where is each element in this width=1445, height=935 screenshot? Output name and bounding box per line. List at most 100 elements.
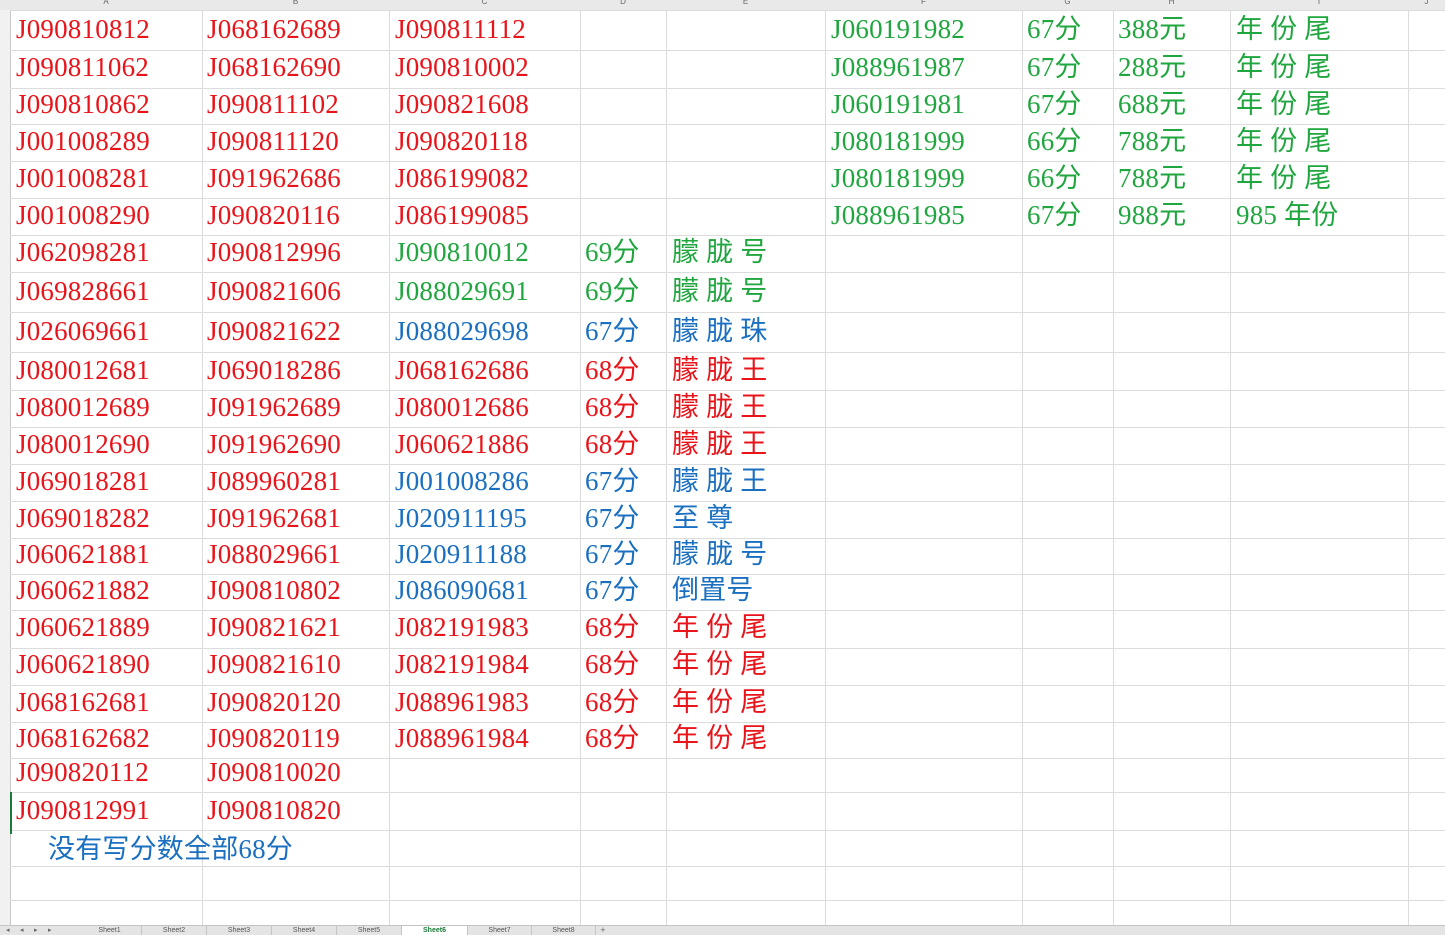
cell-g-1[interactable]: 67分 bbox=[1027, 14, 1082, 44]
cell-d-19[interactable]: 68分 bbox=[585, 687, 640, 717]
cell-c-6[interactable]: J086199085 bbox=[395, 200, 529, 230]
cell-b-18[interactable]: J090821610 bbox=[207, 649, 341, 679]
cell-d-12[interactable]: 68分 bbox=[585, 429, 640, 459]
cell-b-3[interactable]: J090811102 bbox=[207, 89, 339, 119]
cell-h-1[interactable]: 388元 bbox=[1118, 14, 1186, 44]
cell-c-1[interactable]: J090811112 bbox=[395, 14, 526, 44]
column-header-g[interactable]: G bbox=[1022, 0, 1113, 7]
cell-a-4[interactable]: J001008289 bbox=[16, 126, 150, 156]
cell-d-16[interactable]: 67分 bbox=[585, 575, 640, 605]
cell-h-2[interactable]: 288元 bbox=[1118, 52, 1186, 82]
cell-b-13[interactable]: J089960281 bbox=[207, 466, 341, 496]
cell-b-22[interactable]: J090810820 bbox=[207, 795, 341, 825]
cell-e-12[interactable]: 朦 胧 王 bbox=[672, 429, 768, 459]
cell-a-22[interactable]: J090812991 bbox=[16, 795, 150, 825]
cell-i-1[interactable]: 年 份 尾 bbox=[1236, 14, 1332, 44]
cell-c-19[interactable]: J088961983 bbox=[395, 687, 529, 717]
cell-f-2[interactable]: J088961987 bbox=[831, 52, 965, 82]
cell-c-20[interactable]: J088961984 bbox=[395, 723, 529, 753]
cell-c-14[interactable]: J020911195 bbox=[395, 503, 527, 533]
column-header-i[interactable]: I bbox=[1230, 0, 1408, 7]
cell-d-8[interactable]: 69分 bbox=[585, 276, 640, 306]
cell-b-6[interactable]: J090820116 bbox=[207, 200, 340, 230]
cell-c-18[interactable]: J082191984 bbox=[395, 649, 529, 679]
cell-h-3[interactable]: 688元 bbox=[1118, 89, 1186, 119]
cell-d-7[interactable]: 69分 bbox=[585, 237, 640, 267]
cell-a-18[interactable]: J060621890 bbox=[16, 649, 150, 679]
cell-a-3[interactable]: J090810862 bbox=[16, 89, 150, 119]
cell-b-20[interactable]: J090820119 bbox=[207, 723, 340, 753]
cell-e-8[interactable]: 朦 胧 号 bbox=[672, 276, 768, 306]
cell-a-19[interactable]: J068162681 bbox=[16, 687, 150, 717]
cell-e-7[interactable]: 朦 胧 号 bbox=[672, 237, 768, 267]
cell-b-7[interactable]: J090812996 bbox=[207, 237, 341, 267]
cell-i-4[interactable]: 年 份 尾 bbox=[1236, 126, 1332, 156]
cell-c-5[interactable]: J086199082 bbox=[395, 163, 529, 193]
column-header-j[interactable]: J bbox=[1408, 0, 1445, 7]
cell-g-5[interactable]: 66分 bbox=[1027, 163, 1082, 193]
cell-c-3[interactable]: J090821608 bbox=[395, 89, 529, 119]
cell-b-19[interactable]: J090820120 bbox=[207, 687, 341, 717]
cell-b-2[interactable]: J068162690 bbox=[207, 52, 341, 82]
cell-e-14[interactable]: 至 尊 bbox=[672, 503, 733, 533]
cell-a-1[interactable]: J090810812 bbox=[16, 14, 150, 44]
cell-e-17[interactable]: 年 份 尾 bbox=[672, 612, 768, 642]
cell-b-17[interactable]: J090821621 bbox=[207, 612, 341, 642]
cell-b-8[interactable]: J090821606 bbox=[207, 276, 341, 306]
cell-d-18[interactable]: 68分 bbox=[585, 649, 640, 679]
cell-e-16[interactable]: 倒置号 bbox=[672, 575, 754, 605]
cell-b-12[interactable]: J091962690 bbox=[207, 429, 341, 459]
column-header-f[interactable]: F bbox=[825, 0, 1022, 7]
cell-c-16[interactable]: J086090681 bbox=[395, 575, 529, 605]
cell-c-11[interactable]: J080012686 bbox=[395, 392, 529, 422]
cell-e-10[interactable]: 朦 胧 王 bbox=[672, 355, 768, 385]
cell-b-16[interactable]: J090810802 bbox=[207, 575, 341, 605]
cell-i-3[interactable]: 年 份 尾 bbox=[1236, 89, 1332, 119]
cell-c-15[interactable]: J020911188 bbox=[395, 539, 527, 569]
cell-f-1[interactable]: J060191982 bbox=[831, 14, 965, 44]
cell-d-15[interactable]: 67分 bbox=[585, 539, 640, 569]
cell-a-6[interactable]: J001008290 bbox=[16, 200, 150, 230]
cell-e-15[interactable]: 朦 胧 号 bbox=[672, 539, 768, 569]
cell-g-4[interactable]: 66分 bbox=[1027, 126, 1082, 156]
cell-c-9[interactable]: J088029698 bbox=[395, 316, 529, 346]
cell-e-20[interactable]: 年 份 尾 bbox=[672, 723, 768, 753]
cell-e-11[interactable]: 朦 胧 王 bbox=[672, 392, 768, 422]
cell-a-14[interactable]: J069018282 bbox=[16, 503, 150, 533]
cell-a-13[interactable]: J069018281 bbox=[16, 466, 150, 496]
cell-e-9[interactable]: 朦 胧 珠 bbox=[672, 316, 768, 346]
cell-a-7[interactable]: J062098281 bbox=[16, 237, 150, 267]
cell-c-2[interactable]: J090810002 bbox=[395, 52, 529, 82]
cell-i-5[interactable]: 年 份 尾 bbox=[1236, 163, 1332, 193]
cell-f-6[interactable]: J088961985 bbox=[831, 200, 965, 230]
cell-h-5[interactable]: 788元 bbox=[1118, 163, 1186, 193]
column-header-b[interactable]: B bbox=[202, 0, 389, 7]
cell-b-9[interactable]: J090821622 bbox=[207, 316, 341, 346]
cell-a-2[interactable]: J090811062 bbox=[16, 52, 149, 82]
cell-a-5[interactable]: J001008281 bbox=[16, 163, 150, 193]
cell-f-5[interactable]: J080181999 bbox=[831, 163, 965, 193]
cell-c-8[interactable]: J088029691 bbox=[395, 276, 529, 306]
cell-c-7[interactable]: J090810012 bbox=[395, 237, 529, 267]
cell-d-14[interactable]: 67分 bbox=[585, 503, 640, 533]
column-header-c[interactable]: C bbox=[389, 0, 580, 7]
cell-a-11[interactable]: J080012689 bbox=[16, 392, 150, 422]
cell-d-11[interactable]: 68分 bbox=[585, 392, 640, 422]
cell-a-9[interactable]: J026069661 bbox=[16, 316, 150, 346]
cell-a-10[interactable]: J080012681 bbox=[16, 355, 150, 385]
cell-h-6[interactable]: 988元 bbox=[1118, 200, 1186, 230]
cell-c-17[interactable]: J082191983 bbox=[395, 612, 529, 642]
cell-e-19[interactable]: 年 份 尾 bbox=[672, 687, 768, 717]
cell-e-13[interactable]: 朦 胧 王 bbox=[672, 466, 768, 496]
cell-c-12[interactable]: J060621886 bbox=[395, 429, 529, 459]
cell-b-1[interactable]: J068162689 bbox=[207, 14, 341, 44]
cell-b-21[interactable]: J090810020 bbox=[207, 757, 341, 787]
column-header-d[interactable]: D bbox=[580, 0, 666, 7]
cell-g-2[interactable]: 67分 bbox=[1027, 52, 1082, 82]
cell-g-6[interactable]: 67分 bbox=[1027, 200, 1082, 230]
column-header-h[interactable]: H bbox=[1113, 0, 1230, 7]
cell-i-6[interactable]: 985 年份 bbox=[1236, 200, 1338, 230]
cell-i-2[interactable]: 年 份 尾 bbox=[1236, 52, 1332, 82]
column-header-a[interactable]: A bbox=[10, 0, 202, 7]
cell-b-5[interactable]: J091962686 bbox=[207, 163, 341, 193]
